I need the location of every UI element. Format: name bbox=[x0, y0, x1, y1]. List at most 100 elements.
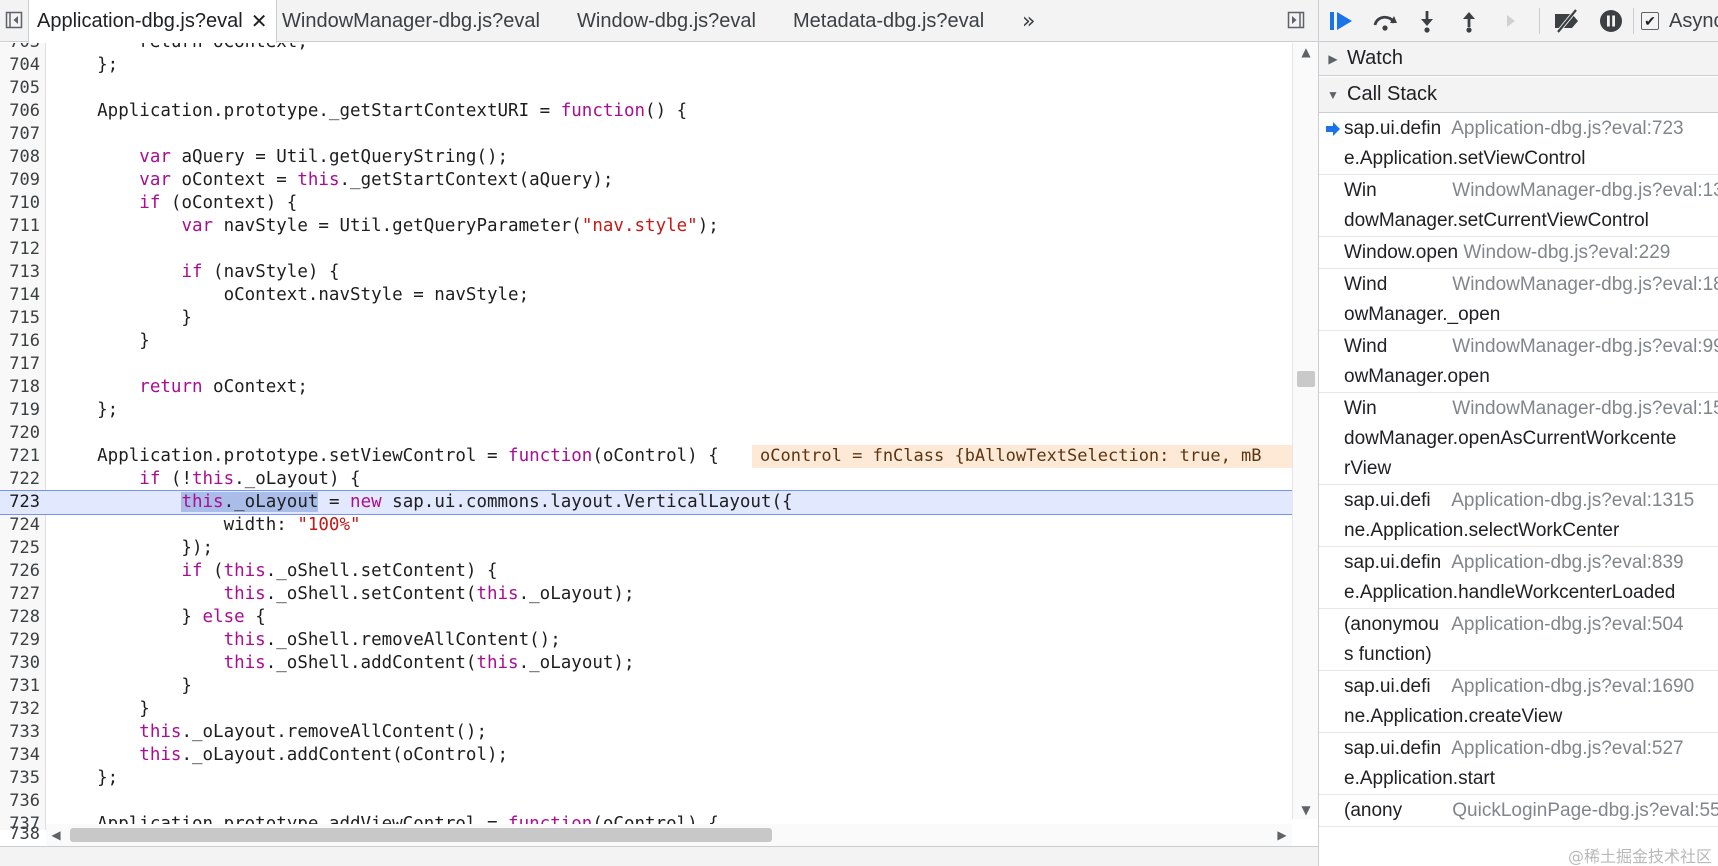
code-editor[interactable]: 703 return oContext; 704 }; 705 706 Appl… bbox=[0, 43, 1318, 830]
line-number[interactable]: 703 bbox=[0, 43, 40, 54]
tab-metadata-dbg[interactable]: Metadata-dbg.js?eval bbox=[793, 0, 984, 42]
callstack-frame[interactable]: Wind WindowManager-dbg.js?eval:188 owMana… bbox=[1319, 269, 1718, 331]
deactivate-breakpoints-icon[interactable] bbox=[1551, 6, 1583, 36]
current-execution-line: 723 this._oLayout = new sap.ui.commons.l… bbox=[0, 490, 1293, 515]
line-number[interactable]: 732 bbox=[0, 698, 40, 721]
line-number[interactable]: 728 bbox=[0, 606, 40, 629]
toggle-navigator-icon[interactable] bbox=[0, 6, 28, 34]
line-number[interactable]: 725 bbox=[0, 537, 40, 560]
line-number[interactable]: 712 bbox=[0, 238, 40, 261]
tab-application-dbg[interactable]: Application-dbg.js?eval ✕ bbox=[28, 0, 278, 43]
tab-overflow-button[interactable]: » bbox=[1022, 0, 1035, 42]
callstack-frame[interactable]: sap.ui.defi Application-dbg.js?eval:1690… bbox=[1319, 671, 1718, 733]
debugger-toolbar: ✔ Async bbox=[1319, 0, 1718, 42]
pause-on-exceptions-icon[interactable] bbox=[1595, 6, 1627, 36]
line-number[interactable]: 734 bbox=[0, 744, 40, 767]
code-line: 709 var oContext = this._getStartContext… bbox=[0, 169, 1292, 192]
line-number[interactable]: 721 bbox=[0, 445, 40, 468]
line-number[interactable]: 709 bbox=[0, 169, 40, 192]
callstack-frame[interactable]: Win WindowManager-dbg.js?eval:1372 dowMan… bbox=[1319, 175, 1718, 237]
frame-location-link[interactable]: WindowManager-dbg.js?eval:996 bbox=[1452, 336, 1718, 357]
frame-location-link[interactable]: WindowManager-dbg.js?eval:188 bbox=[1452, 274, 1718, 295]
line-number[interactable]: 726 bbox=[0, 560, 40, 583]
callstack-frame[interactable]: Window.open Window-dbg.js?eval:229 bbox=[1319, 237, 1718, 269]
frame-function-name: Wind bbox=[1344, 336, 1388, 357]
frame-location-link[interactable]: Application-dbg.js?eval:839 bbox=[1451, 552, 1683, 573]
frame-location-link[interactable]: Application-dbg.js?eval:1315 bbox=[1451, 490, 1694, 511]
line-number[interactable]: 710 bbox=[0, 192, 40, 215]
line-number[interactable]: 716 bbox=[0, 330, 40, 353]
line-number[interactable]: 705 bbox=[0, 77, 40, 100]
line-number[interactable]: 704 bbox=[0, 54, 40, 77]
line-number[interactable]: 733 bbox=[0, 721, 40, 744]
frame-function-name-continued: dowManager.openAsCurrentWorkcente bbox=[1344, 428, 1677, 449]
step-out-icon[interactable] bbox=[1453, 6, 1485, 36]
callstack-frame[interactable]: sap.ui.defi Application-dbg.js?eval:1315… bbox=[1319, 485, 1718, 547]
line-number[interactable]: 738 bbox=[0, 823, 40, 846]
line-number[interactable]: 729 bbox=[0, 629, 40, 652]
code-line: 720 bbox=[0, 422, 1292, 445]
resume-icon[interactable] bbox=[1325, 6, 1357, 36]
callstack-frame[interactable]: Win WindowManager-dbg.js?eval:1555 dowMan… bbox=[1319, 393, 1718, 485]
async-checkbox[interactable]: ✔ bbox=[1641, 12, 1659, 30]
step-over-icon[interactable] bbox=[1369, 6, 1401, 36]
frame-location-link[interactable]: Window-dbg.js?eval:229 bbox=[1463, 242, 1670, 263]
chevron-double-right-icon: » bbox=[1022, 8, 1036, 34]
callstack-frame[interactable]: Wind WindowManager-dbg.js?eval:996 owMana… bbox=[1319, 331, 1718, 393]
horizontal-scroll-thumb[interactable] bbox=[70, 828, 772, 842]
line-number[interactable]: 707 bbox=[0, 123, 40, 146]
frame-location-link[interactable]: WindowManager-dbg.js?eval:1372 bbox=[1452, 180, 1718, 201]
scroll-down-icon[interactable]: ▼ bbox=[1293, 801, 1319, 819]
frame-location-link[interactable]: WindowManager-dbg.js?eval:1555 bbox=[1452, 398, 1718, 419]
watch-section-header[interactable]: ▶ Watch bbox=[1319, 42, 1718, 76]
line-number[interactable]: 723 bbox=[0, 491, 40, 514]
line-number[interactable]: 722 bbox=[0, 468, 40, 491]
line-number[interactable]: 706 bbox=[0, 100, 40, 123]
line-number[interactable]: 736 bbox=[0, 790, 40, 813]
frame-location-link[interactable]: Application-dbg.js?eval:504 bbox=[1451, 614, 1683, 635]
tab-window-dbg[interactable]: Window-dbg.js?eval bbox=[577, 0, 756, 42]
line-number[interactable]: 715 bbox=[0, 307, 40, 330]
line-number[interactable]: 724 bbox=[0, 514, 40, 537]
line-number[interactable]: 713 bbox=[0, 261, 40, 284]
scroll-right-icon[interactable]: ▶ bbox=[1272, 826, 1292, 844]
line-number[interactable]: 720 bbox=[0, 422, 40, 445]
callstack-frame[interactable]: sap.ui.defin Application-dbg.js?eval:723… bbox=[1319, 113, 1718, 175]
vertical-scrollbar[interactable]: ▲ ▼ bbox=[1292, 43, 1318, 819]
frame-location-link[interactable]: Application-dbg.js?eval:1690 bbox=[1451, 676, 1694, 697]
frame-location-link[interactable]: Application-dbg.js?eval:527 bbox=[1451, 738, 1683, 759]
step-into-icon[interactable] bbox=[1411, 6, 1443, 36]
frame-location-link[interactable]: Application-dbg.js?eval:723 bbox=[1451, 118, 1683, 139]
callstack-frame[interactable]: sap.ui.defin Application-dbg.js?eval:527… bbox=[1319, 733, 1718, 795]
close-icon[interactable]: ✕ bbox=[251, 9, 268, 34]
frame-row: Wind WindowManager-dbg.js?eval:188 bbox=[1319, 269, 1718, 300]
line-number[interactable]: 711 bbox=[0, 215, 40, 238]
vertical-scroll-thumb[interactable] bbox=[1297, 371, 1315, 387]
horizontal-scrollbar[interactable]: ◀ ▶ bbox=[46, 824, 1292, 846]
callstack-frame[interactable]: sap.ui.defin Application-dbg.js?eval:839… bbox=[1319, 547, 1718, 609]
step-icon[interactable] bbox=[1495, 6, 1527, 36]
line-number[interactable]: 735 bbox=[0, 767, 40, 790]
callstack-frame[interactable]: (anony QuickLoginPage-dbg.js?eval:55 bbox=[1319, 795, 1718, 827]
line-number[interactable]: 731 bbox=[0, 675, 40, 698]
tab-label: Application-dbg.js?eval bbox=[37, 10, 243, 32]
inline-variable-value[interactable]: oControl = fnClass {bAllowTextSelection:… bbox=[752, 445, 1292, 468]
line-number[interactable]: 730 bbox=[0, 652, 40, 675]
caret-down-icon: ▼ bbox=[1327, 87, 1339, 102]
callstack-section-header[interactable]: ▼ Call Stack bbox=[1319, 77, 1718, 113]
callstack-frame[interactable]: (anonymou Application-dbg.js?eval:504 s f… bbox=[1319, 609, 1718, 671]
frame-row: sap.ui.defi Application-dbg.js?eval:1315 bbox=[1319, 485, 1718, 516]
line-number[interactable]: 727 bbox=[0, 583, 40, 606]
line-number[interactable]: 717 bbox=[0, 353, 40, 376]
line-number[interactable]: 708 bbox=[0, 146, 40, 169]
scroll-left-icon[interactable]: ◀ bbox=[46, 826, 66, 844]
line-number[interactable]: 718 bbox=[0, 376, 40, 399]
async-toggle[interactable]: ✔ Async bbox=[1641, 6, 1718, 36]
line-number[interactable]: 714 bbox=[0, 284, 40, 307]
scroll-up-icon[interactable]: ▲ bbox=[1293, 43, 1319, 61]
frame-location-link[interactable]: QuickLoginPage-dbg.js?eval:55 bbox=[1452, 800, 1718, 821]
code-text: }; bbox=[55, 400, 119, 420]
line-number[interactable]: 719 bbox=[0, 399, 40, 422]
tab-windowmanager-dbg[interactable]: WindowManager-dbg.js?eval bbox=[282, 0, 540, 42]
toggle-debugger-icon[interactable] bbox=[1282, 6, 1310, 34]
